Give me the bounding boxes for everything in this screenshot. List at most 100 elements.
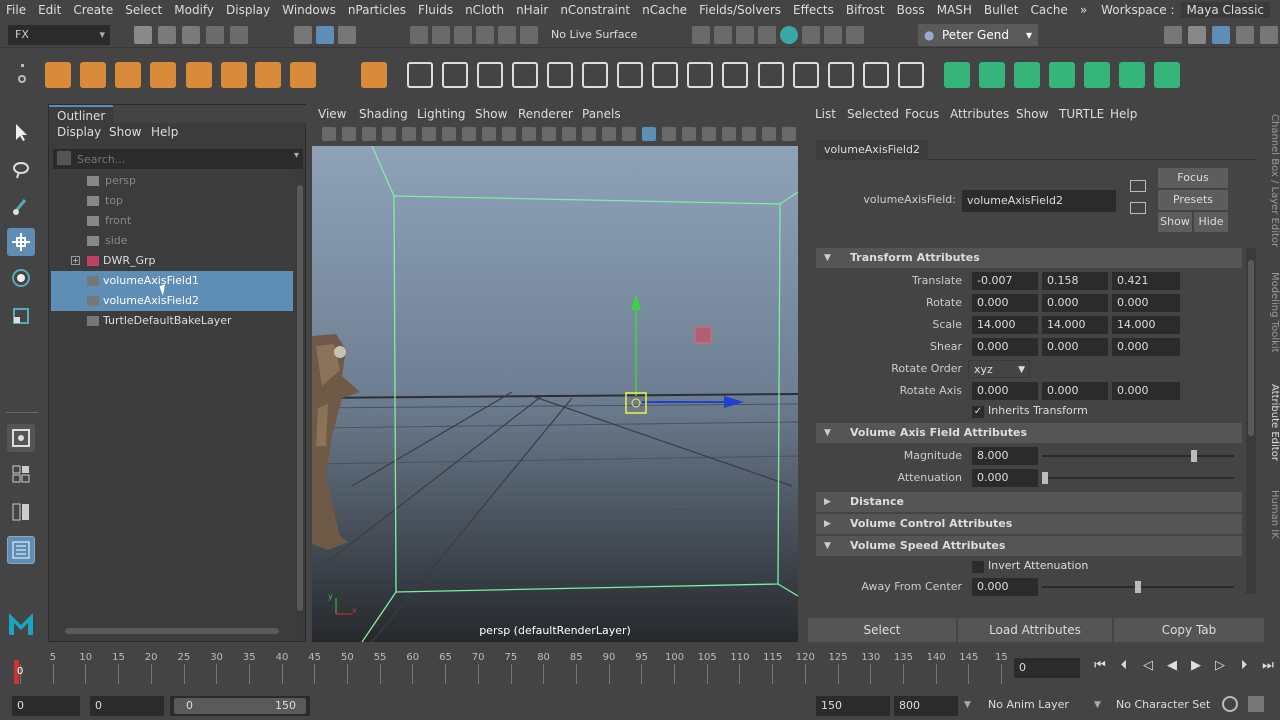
ae-tab-node[interactable]: volumeAxisField2 [816, 140, 928, 160]
viewport-tool-icon[interactable] [502, 127, 516, 141]
viewport-tool-icon[interactable] [742, 127, 756, 141]
shear-x-field[interactable]: 0.000 [972, 338, 1038, 356]
select-object-icon[interactable] [316, 26, 334, 44]
shelf-field-d-icon[interactable] [1049, 62, 1075, 88]
shelf-cylinder-icon[interactable] [115, 62, 141, 88]
viewport-persp[interactable]: y x persp (defaultRenderLayer) [312, 146, 798, 642]
select-hierarchy-icon[interactable] [294, 26, 312, 44]
render-settings-icon[interactable] [692, 26, 710, 44]
shelf-polygon-k-icon[interactable] [758, 62, 784, 88]
shelf-polygon-f-icon[interactable] [582, 62, 608, 88]
hide-button[interactable]: Hide [1194, 212, 1228, 232]
step-forward-frame-icon[interactable]: ⏵ [1234, 658, 1254, 673]
snap-surface-icon[interactable] [498, 26, 516, 44]
shelf-field-g-icon[interactable] [1154, 62, 1180, 88]
viewport-menu-renderer[interactable]: Renderer [518, 107, 573, 121]
snap-grid-icon[interactable] [410, 26, 428, 44]
go-to-start-icon[interactable]: ⏮ [1090, 658, 1110, 673]
side-tab-attribute-editor[interactable]: Attribute Editor [1264, 384, 1280, 468]
viewport-menu-view[interactable]: View [318, 107, 346, 121]
invert-attenuation-checkbox[interactable] [972, 561, 984, 573]
viewport-tool-icon[interactable] [562, 127, 576, 141]
workspace-selector[interactable]: Workspace : Maya Classic [1101, 2, 1270, 18]
ae-menu-focus[interactable]: Focus [905, 107, 939, 121]
viewport-tool-icon[interactable] [722, 127, 736, 141]
ae-menu-show[interactable]: Show [1016, 107, 1048, 121]
playback-end-field[interactable]: 150 [816, 696, 890, 716]
ae-menu-help[interactable]: Help [1110, 107, 1137, 121]
show-button[interactable]: Show [1158, 212, 1192, 232]
rotate-axis-y-field[interactable]: 0.000 [1042, 382, 1108, 400]
sculpt-icon[interactable] [1164, 26, 1182, 44]
move-tool-icon[interactable] [7, 228, 35, 256]
ae-menu-attributes[interactable]: Attributes [950, 107, 1009, 121]
ae-menu-selected[interactable]: Selected [847, 107, 899, 121]
viewport-tool-icon[interactable] [542, 127, 556, 141]
outliner-item[interactable]: + DWR_Grp [51, 251, 293, 271]
menu-fluids[interactable]: Fluids [412, 3, 459, 17]
shelf-cone-icon[interactable] [150, 62, 176, 88]
viewport-tool-icon[interactable] [422, 127, 436, 141]
viewport-tool-icon[interactable] [442, 127, 456, 141]
shelf-sphere-icon[interactable] [45, 62, 71, 88]
rotate-z-field[interactable]: 0.000 [1112, 294, 1180, 312]
scale-z-field[interactable]: 14.000 [1112, 316, 1180, 334]
chevron-down-icon[interactable]: ▼ [964, 700, 971, 710]
menu-overflow[interactable]: » [1074, 3, 1093, 17]
viewport-tool-icon[interactable] [782, 127, 796, 141]
shelf-polygon-h-icon[interactable] [652, 62, 678, 88]
viewport-tool-icon[interactable] [642, 127, 656, 141]
select-tool-icon[interactable] [7, 118, 35, 146]
translate-x-field[interactable]: -0.007 [972, 272, 1038, 290]
preferences-icon[interactable] [1248, 696, 1264, 712]
select-button[interactable]: Select [808, 618, 956, 642]
load-attributes-button[interactable]: Load Attributes [958, 618, 1112, 642]
away-from-center-field[interactable]: 0.000 [972, 578, 1038, 596]
menu-file[interactable]: File [0, 3, 32, 17]
range-slider-handle[interactable]: 0 150 [174, 698, 306, 714]
viewport-tool-icon[interactable] [462, 127, 476, 141]
shelf-torus-icon[interactable] [221, 62, 247, 88]
menu-display[interactable]: Display [220, 3, 276, 17]
translate-z-field[interactable]: 0.421 [1112, 272, 1180, 290]
shelf-pyramid-icon[interactable] [255, 62, 281, 88]
viewport-menu-shading[interactable]: Shading [359, 107, 408, 121]
menu-edit[interactable]: Edit [32, 3, 67, 17]
shelf-polygon-m-icon[interactable] [828, 62, 854, 88]
rotate-axis-z-field[interactable]: 0.000 [1112, 382, 1180, 400]
slider-handle[interactable] [1135, 581, 1141, 593]
render-sequence-icon[interactable] [802, 26, 820, 44]
snap-curve-icon[interactable] [432, 26, 450, 44]
search-filter-icon[interactable] [57, 151, 71, 165]
shelf-field-c-icon[interactable] [1014, 62, 1040, 88]
shelf-type-icon[interactable] [326, 62, 352, 88]
paint-select-icon[interactable] [7, 192, 35, 220]
node-name-field[interactable]: volumeAxisField2 [962, 190, 1116, 212]
section-volume-axis-field[interactable]: ▼ Volume Axis Field Attributes [816, 423, 1242, 443]
scale-tool-icon[interactable] [7, 302, 35, 330]
focus-output-icon[interactable] [1130, 202, 1146, 214]
user-account[interactable]: ● Peter Gend ▾ [918, 24, 1038, 46]
outliner-item[interactable]: top [51, 191, 293, 211]
menu-nparticles[interactable]: nParticles [342, 3, 412, 17]
viewport-tool-icon[interactable] [342, 127, 356, 141]
rotate-tool-icon[interactable] [7, 264, 35, 292]
ae-vscrollbar[interactable] [1246, 248, 1256, 594]
rotate-order-dropdown[interactable]: xyz ▼ [968, 360, 1030, 378]
scene-end-field[interactable]: 800 [894, 696, 958, 716]
search-input[interactable] [77, 151, 277, 167]
anim-layer-field[interactable]: No Anim Layer [988, 698, 1069, 711]
expand-toggle-icon[interactable]: + [71, 256, 80, 265]
viewport-tool-icon[interactable] [682, 127, 696, 141]
scene-start-field[interactable]: 0 [12, 696, 80, 716]
shelf-polygon-g-icon[interactable] [617, 62, 643, 88]
outliner-menu-display[interactable]: Display [57, 125, 101, 139]
shear-y-field[interactable]: 0.000 [1042, 338, 1108, 356]
rotate-x-field[interactable]: 0.000 [972, 294, 1038, 312]
shelf-field-f-icon[interactable] [1119, 62, 1145, 88]
shelf-polygon-i-icon[interactable] [687, 62, 713, 88]
outliner-hscrollbar[interactable] [53, 625, 293, 637]
slider-handle[interactable] [1042, 472, 1048, 484]
shelf-polygon-a-icon[interactable] [407, 62, 433, 88]
presets-button[interactable]: Presets [1158, 190, 1228, 210]
